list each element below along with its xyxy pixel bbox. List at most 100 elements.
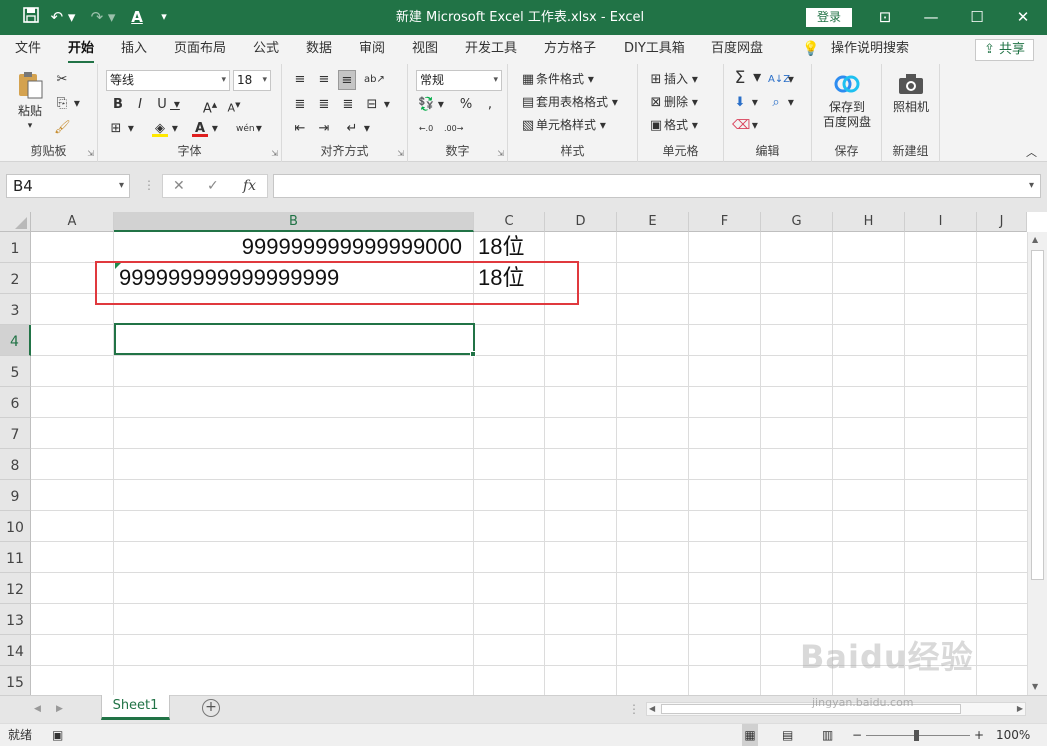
format-painter-icon[interactable]: 🖌: [54, 118, 71, 136]
tell-me-search[interactable]: 操作说明搜索: [831, 35, 909, 64]
scroll-down-icon[interactable]: ▼: [1032, 682, 1038, 691]
number-format-combo[interactable]: 常规 ▾: [416, 70, 502, 91]
tab-data[interactable]: 数据: [306, 35, 332, 64]
tab-insert[interactable]: 插入: [121, 35, 147, 64]
tab-file[interactable]: 文件: [15, 35, 41, 64]
row-header-6[interactable]: 6: [0, 387, 31, 418]
font-size-combo[interactable]: 18 ▾: [233, 70, 271, 91]
next-sheet-icon[interactable]: ▶: [56, 696, 63, 722]
format-as-table-button[interactable]: ▤ 套用表格格式 ▾: [520, 93, 618, 111]
vertical-scrollbar[interactable]: ▲ ▼: [1027, 232, 1047, 695]
column-header-i[interactable]: I: [905, 212, 977, 232]
border-icon[interactable]: ⊞ ▾: [108, 119, 134, 137]
increase-indent-icon[interactable]: ⇥: [316, 119, 332, 137]
select-all-corner[interactable]: [0, 212, 31, 232]
zoom-level[interactable]: 100%: [996, 724, 1030, 746]
row-header-11[interactable]: 11: [0, 542, 31, 573]
cut-icon[interactable]: ✂: [54, 70, 70, 88]
increase-decimal-icon[interactable]: ←.0: [418, 119, 434, 137]
save-to-baidu-button[interactable]: 保存到 百度网盘: [818, 72, 876, 130]
save-icon[interactable]: [20, 7, 42, 27]
align-bottom-icon[interactable]: ≡: [338, 70, 356, 90]
copy-icon[interactable]: ⎘ ▾: [54, 94, 80, 112]
name-box[interactable]: B4 ▾: [6, 174, 130, 198]
decrease-decimal-icon[interactable]: .00→: [444, 119, 463, 137]
format-cells-button[interactable]: ▣ 格式 ▾: [648, 116, 698, 134]
column-header-f[interactable]: F: [689, 212, 761, 232]
row-header-2[interactable]: 2: [0, 263, 31, 294]
row-header-8[interactable]: 8: [0, 449, 31, 480]
fill-color-icon[interactable]: ◈ ▾: [152, 119, 178, 137]
formula-input[interactable]: ▾: [273, 174, 1041, 198]
comma-style-icon[interactable]: ,: [482, 95, 498, 113]
row-header-9[interactable]: 9: [0, 480, 31, 511]
share-button[interactable]: ⇪ 共享: [975, 39, 1034, 61]
page-break-view-icon[interactable]: ▥: [822, 724, 833, 746]
zoom-slider[interactable]: [866, 730, 970, 741]
login-button[interactable]: 登录: [806, 8, 852, 27]
row-header-15[interactable]: 15: [0, 666, 31, 695]
align-right-icon[interactable]: ≣: [340, 95, 356, 113]
page-layout-view-icon[interactable]: ▤: [782, 724, 793, 746]
normal-view-icon[interactable]: ▦: [742, 724, 758, 746]
active-cell-b4[interactable]: [114, 323, 475, 355]
scroll-right-icon[interactable]: ▶: [1017, 703, 1023, 715]
row-header-4[interactable]: 4: [0, 325, 31, 356]
column-header-j[interactable]: J: [977, 212, 1027, 232]
bold-icon[interactable]: B: [110, 95, 126, 113]
enter-icon[interactable]: ✓: [207, 175, 219, 197]
column-header-a[interactable]: A: [31, 212, 114, 232]
cancel-icon[interactable]: ✕: [173, 175, 185, 197]
tab-review[interactable]: 审阅: [359, 35, 385, 64]
tab-view[interactable]: 视图: [412, 35, 438, 64]
font-color-icon[interactable]: A ▾: [192, 119, 218, 137]
increase-font-icon[interactable]: A▲: [202, 95, 218, 116]
underline-icon[interactable]: U ▾: [154, 95, 180, 113]
tab-split-icon[interactable]: ⋮: [628, 702, 640, 716]
wrap-text-icon[interactable]: ↵ ▾: [344, 119, 370, 137]
italic-icon[interactable]: I: [132, 95, 148, 113]
cell-styles-button[interactable]: ▧ 单元格样式 ▾: [520, 116, 606, 134]
column-header-b[interactable]: B: [114, 212, 474, 232]
align-left-icon[interactable]: ≣: [292, 95, 308, 113]
row-header-14[interactable]: 14: [0, 635, 31, 666]
add-sheet-icon[interactable]: +: [202, 699, 220, 717]
row-header-13[interactable]: 13: [0, 604, 31, 635]
row-header-5[interactable]: 5: [0, 356, 31, 387]
row-header-7[interactable]: 7: [0, 418, 31, 449]
close-icon[interactable]: ✕: [1000, 0, 1046, 35]
insert-cells-button[interactable]: ⊞ 插入 ▾: [648, 70, 698, 88]
redo-icon[interactable]: ↷ ▾: [88, 7, 118, 27]
tab-formulas[interactable]: 公式: [253, 35, 279, 64]
tab-developer[interactable]: 开发工具: [465, 35, 517, 64]
find-select-icon[interactable]: ⌕ ▾: [768, 93, 793, 111]
fill-icon[interactable]: ⬇ ▾: [732, 93, 758, 111]
decrease-indent-icon[interactable]: ⇤: [292, 119, 308, 137]
collapse-ribbon-icon[interactable]: ︿: [1026, 144, 1037, 162]
camera-button[interactable]: 照相机: [888, 72, 934, 115]
prev-sheet-icon[interactable]: ◀: [34, 696, 41, 722]
dialog-launcher-icon[interactable]: ⇲: [271, 149, 278, 158]
column-header-g[interactable]: G: [761, 212, 833, 232]
worksheet-grid[interactable]: ABCDEFGHIJ 1 2 3 4 5 6 7 8 9 10 11 12 13 14 15 9999999…: [0, 212, 1047, 695]
font-color-icon[interactable]: A: [126, 7, 148, 27]
conditional-format-button[interactable]: ▦ 条件格式 ▾: [520, 70, 594, 88]
scroll-up-icon[interactable]: ▲: [1032, 235, 1038, 244]
delete-cells-button[interactable]: ⊠ 删除 ▾: [648, 93, 698, 111]
maximize-icon[interactable]: ☐: [954, 0, 1000, 35]
scroll-left-icon[interactable]: ◀: [649, 703, 655, 715]
row-header-12[interactable]: 12: [0, 573, 31, 604]
insert-function-icon[interactable]: fx: [243, 175, 256, 197]
orientation-icon[interactable]: ab↗: [364, 70, 385, 88]
scroll-thumb[interactable]: [1031, 250, 1044, 580]
dialog-launcher-icon[interactable]: ⇲: [397, 149, 404, 158]
tab-diy-toolbox[interactable]: DIY工具箱: [624, 35, 685, 64]
hscroll-thumb[interactable]: [661, 704, 961, 714]
chevron-down-icon[interactable]: ▾: [156, 7, 172, 27]
column-header-e[interactable]: E: [617, 212, 689, 232]
font-name-combo[interactable]: 等线 ▾: [106, 70, 230, 91]
accounting-format-icon[interactable]: 💱 ▾: [418, 95, 444, 113]
clear-icon[interactable]: ⌫ ▾: [732, 116, 758, 134]
tab-page-layout[interactable]: 页面布局: [174, 35, 226, 64]
align-top-icon[interactable]: ≡: [292, 70, 308, 88]
